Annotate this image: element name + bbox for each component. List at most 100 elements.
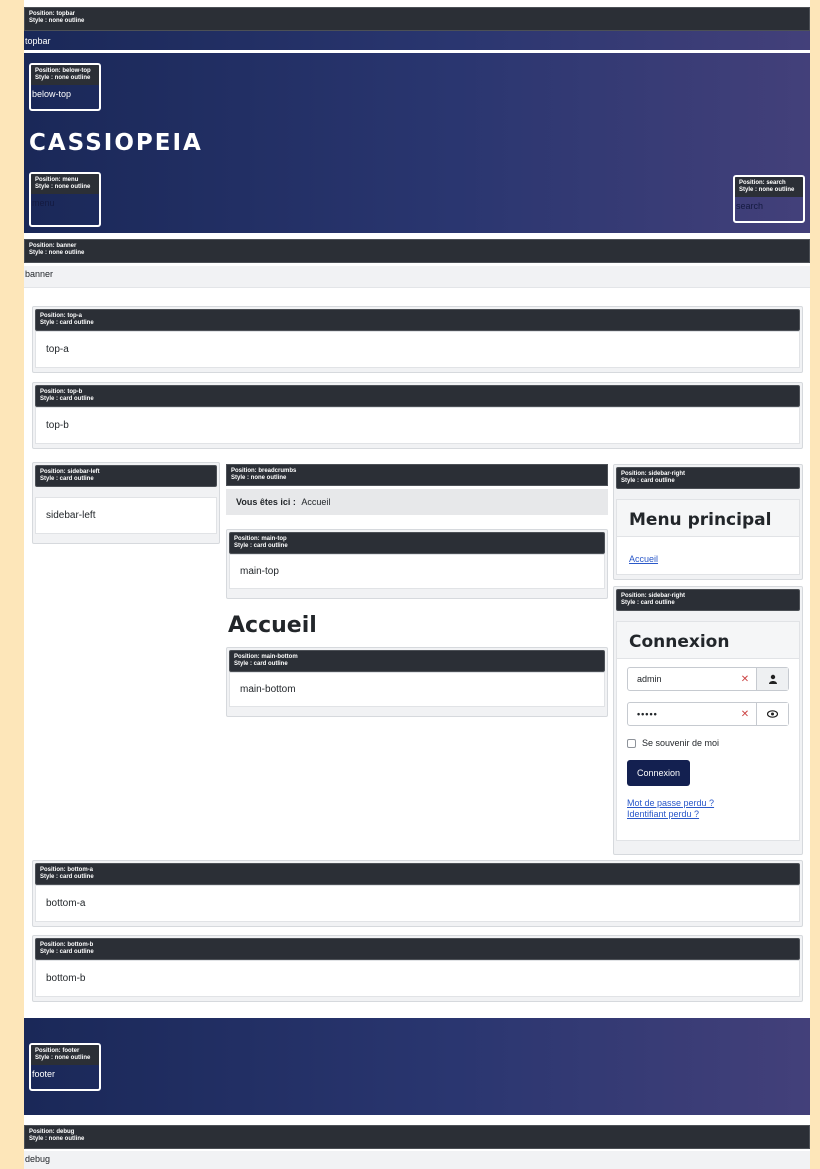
position-name: Position: bottom-b [40, 942, 94, 948]
footer-module: Position: footer Style : none outline fo… [29, 1043, 101, 1091]
position-name: Position: menu [35, 177, 79, 183]
breadcrumb-current: Accueil [301, 497, 331, 507]
password-value[interactable]: ••••• [628, 703, 734, 725]
position-name: Position: breadcrumbs [231, 468, 297, 474]
position-name: Position: search [739, 180, 786, 186]
sidebar-left-card: Position: sidebar-left Style : card outl… [32, 462, 220, 544]
position-name: Position: sidebar-right [621, 471, 686, 477]
search-text[interactable]: search [735, 197, 803, 215]
banner-text: banner [24, 266, 810, 288]
eye-icon[interactable] [756, 703, 788, 725]
main-top-label: Position: main-top Style : card outline [229, 532, 605, 554]
top-a-body: top-a [35, 331, 800, 368]
position-style: Style : none outline [35, 1055, 91, 1061]
top-b-card: Position: top-b Style : card outline top… [32, 382, 803, 449]
sidebar-right-label: Position: sidebar-right Style : card out… [616, 467, 800, 489]
topbar-text: topbar [25, 36, 51, 46]
forgot-password-link[interactable]: Mot de passe perdu ? [627, 798, 789, 808]
position-style: Style : card outline [234, 543, 288, 549]
position-style: Style : card outline [621, 478, 675, 484]
main-bottom-card: Position: main-bottom Style : card outli… [226, 647, 608, 717]
footer-label: Position: footer Style : none outline [31, 1045, 99, 1065]
remember-me-label: Se souvenir de moi [642, 738, 720, 748]
username-field[interactable]: admin ✕ [627, 667, 789, 691]
position-name: Position: topbar [29, 11, 75, 17]
top-a-label: Position: top-a Style : card outline [35, 309, 800, 331]
position-style: Style : card outline [40, 874, 94, 880]
top-b-label: Position: top-b Style : card outline [35, 385, 800, 407]
main-top-card: Position: main-top Style : card outline … [226, 529, 608, 599]
position-style: Style : none outline [35, 75, 91, 81]
bottom-b-label: Position: bottom-b Style : card outline [35, 938, 800, 960]
position-style: Style : card outline [40, 396, 94, 402]
breadcrumbs-label: Position: breadcrumbs Style : none outli… [226, 464, 608, 486]
username-value[interactable]: admin [628, 668, 734, 690]
bottom-a-body: bottom-a [35, 885, 800, 922]
position-style: Style : card outline [40, 949, 94, 955]
password-manager-icon[interactable]: ✕ [734, 668, 756, 690]
login-submit-button[interactable]: Connexion [627, 760, 691, 786]
bottom-a-card: Position: bottom-a Style : card outline … [32, 860, 803, 927]
sidebar-right-menu-card: Position: sidebar-right Style : card out… [613, 464, 803, 580]
password-field[interactable]: ••••• ✕ [627, 702, 789, 726]
forgot-username-link[interactable]: Identifiant perdu ? [627, 809, 789, 819]
main-menu-heading: Menu principal [617, 500, 799, 537]
breadcrumb-prefix: Vous êtes ici : [236, 497, 296, 507]
position-style: Style : card outline [234, 661, 288, 667]
debug-label: Position: debug Style : none outline [24, 1125, 810, 1149]
top-b-body: top-b [35, 407, 800, 444]
position-name: Position: main-bottom [234, 654, 298, 660]
position-style: Style : card outline [40, 476, 94, 482]
bottom-b-card: Position: bottom-b Style : card outline … [32, 935, 803, 1002]
sidebar-right-label: Position: sidebar-right Style : card out… [616, 589, 800, 611]
position-name: Position: main-top [234, 536, 287, 542]
position-name: Position: footer [35, 1048, 80, 1054]
position-style: Style : none outline [231, 475, 287, 481]
debug-text: debug [24, 1151, 810, 1169]
top-a-card: Position: top-a Style : card outline top… [32, 306, 803, 373]
main-top-body: main-top [229, 554, 605, 589]
position-name: Position: bottom-a [40, 867, 93, 873]
topbar-divider [24, 50, 810, 52]
banner-label: Position: banner Style : none outline [24, 239, 810, 263]
site-brand[interactable]: CASSIOPEIA [29, 130, 203, 156]
breadcrumb: Vous êtes ici : Accueil [226, 489, 608, 515]
position-name: Position: sidebar-left [40, 469, 100, 475]
login-heading: Connexion [617, 622, 799, 659]
search-module: Position: search Style : none outline se… [733, 175, 805, 223]
menu-link-accueil[interactable]: Accueil [629, 554, 658, 564]
position-name: Position: top-b [40, 389, 83, 395]
bottom-a-label: Position: bottom-a Style : card outline [35, 863, 800, 885]
position-name: Position: sidebar-right [621, 593, 686, 599]
page-frame: Position: topbar Style : none outline to… [24, 0, 810, 1169]
position-style: Style : none outline [35, 184, 91, 190]
position-style: Style : card outline [40, 320, 94, 326]
topbar-region: Position: topbar Style : none outline to… [24, 7, 810, 52]
below-top-label: Position: below-top Style : none outline [31, 65, 99, 85]
search-label: Position: search Style : none outline [735, 177, 803, 197]
main-bottom-label: Position: main-bottom Style : card outli… [229, 650, 605, 672]
sidebar-right-login-card: Position: sidebar-right Style : card out… [613, 586, 803, 855]
below-top-module: Position: below-top Style : none outline… [29, 63, 101, 111]
bottom-b-body: bottom-b [35, 960, 800, 997]
main-bottom-body: main-bottom [229, 672, 605, 707]
topbar-label: Position: topbar Style : none outline [24, 7, 810, 31]
login-module: Connexion admin ✕ ••••• ✕ Se souvenir de… [616, 621, 800, 841]
position-style: Style : none outline [739, 187, 795, 193]
user-icon [756, 668, 788, 690]
main-menu-module: Menu principal Accueil [616, 499, 800, 575]
menu-text[interactable]: menu [31, 194, 99, 212]
position-name: Position: below-top [35, 68, 91, 74]
password-manager-icon[interactable]: ✕ [734, 703, 756, 725]
footer-text: footer [32, 1069, 56, 1079]
position-name: Position: top-a [40, 313, 82, 319]
below-top-text: below-top [32, 89, 72, 99]
site-footer: Position: footer Style : none outline fo… [24, 1018, 810, 1115]
remember-me-checkbox[interactable] [627, 738, 636, 748]
position-style: Style : none outline [29, 250, 85, 256]
menu-module: Position: menu Style : none outline menu [29, 172, 101, 227]
breadcrumbs-module: Position: breadcrumbs Style : none outli… [226, 464, 608, 515]
remember-me-row[interactable]: Se souvenir de moi [627, 738, 789, 748]
site-header: Position: below-top Style : none outline… [24, 53, 810, 233]
menu-label: Position: menu Style : none outline [31, 174, 99, 194]
